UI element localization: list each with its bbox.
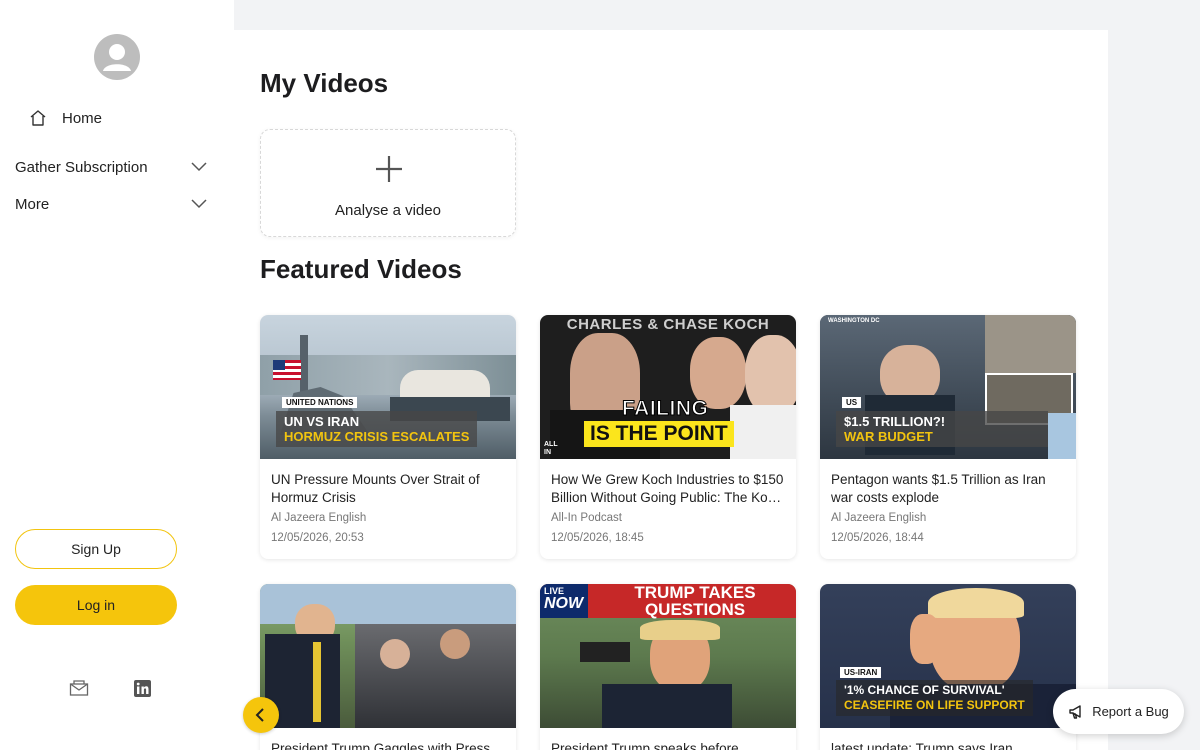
video-thumbnail: CHARLES & CHASE KOCH FAILING IS THE POIN… xyxy=(540,315,796,459)
mail-icon xyxy=(69,680,89,696)
thumbnail-line-2: CEASEFIRE ON LIFE SUPPORT xyxy=(844,698,1025,712)
linkedin-icon xyxy=(133,679,151,697)
sidebar-group-gather-subscription[interactable]: Gather Subscription xyxy=(15,155,207,179)
analyse-video-button[interactable]: Analyse a video xyxy=(260,129,516,237)
now-label: NOW xyxy=(544,595,584,612)
video-card[interactable]: UNITED NATIONS UN VS IRAN HORMUZ CRISIS … xyxy=(260,315,516,559)
sidebar: Home Gather Subscription More Sign Up Lo… xyxy=(0,0,234,750)
carousel-prev-button[interactable] xyxy=(243,697,279,733)
video-card[interactable]: LIVE NOW TRUMP TAKES QUESTIONS President… xyxy=(540,584,796,750)
mail-link[interactable] xyxy=(69,678,89,698)
thumbnail-line-2: HORMUZ CRISIS ESCALATES xyxy=(284,429,470,444)
featured-videos-title: Featured Videos xyxy=(260,254,462,284)
video-thumbnail xyxy=(260,584,516,728)
thumbnail-line-2: WAR BUDGET xyxy=(844,429,933,444)
video-card[interactable]: President Trump Gaggles with Press xyxy=(260,584,516,750)
main-panel: My Videos Analyse a video Featured Video… xyxy=(234,30,1108,750)
thumbnail-line-1: UN VS IRAN xyxy=(284,414,360,429)
linkedin-link[interactable] xyxy=(132,678,152,698)
thumbnail-tag: US xyxy=(842,397,862,408)
thumbnail-banner: CHARLES & CHASE KOCH xyxy=(566,316,770,333)
video-channel: Al Jazeera English xyxy=(271,512,367,524)
thumbnail-line-1: $1.5 TRILLION?! xyxy=(844,414,946,429)
video-title: Pentagon wants $1.5 Trillion as Iran war… xyxy=(831,472,1046,505)
chevron-down-icon xyxy=(191,199,207,209)
sidebar-group-label: More xyxy=(15,195,50,213)
video-card[interactable]: WASHINGTON DC US $1.5 TRILLION?! WAR BUD… xyxy=(820,315,1076,559)
thumbnail-headline: UN VS IRAN HORMUZ CRISIS ESCALATES xyxy=(276,411,478,447)
user-icon xyxy=(103,44,131,71)
video-thumbnail: UNITED NATIONS UN VS IRAN HORMUZ CRISIS … xyxy=(260,315,516,459)
page-title: My Videos xyxy=(260,68,389,98)
flag-icon xyxy=(273,360,301,380)
sidebar-item-label: Home xyxy=(62,109,103,127)
video-thumbnail: US-IRAN '1% CHANCE OF SURVIVAL' CEASEFIR… xyxy=(820,584,1076,728)
sidebar-group-more[interactable]: More xyxy=(15,192,207,216)
log-in-button[interactable]: Log in xyxy=(15,585,177,625)
video-date: 12/05/2026, 18:44 xyxy=(831,532,924,544)
thumbnail-line-1: '1% CHANCE OF SURVIVAL' xyxy=(844,683,1005,697)
thumbnail-headline: $1.5 TRILLION?! WAR BUDGET xyxy=(836,411,1048,447)
video-title: President Trump speaks before xyxy=(551,741,739,750)
megaphone-icon xyxy=(1069,704,1081,719)
avatar[interactable] xyxy=(94,34,140,80)
video-thumbnail: WASHINGTON DC US $1.5 TRILLION?! WAR BUD… xyxy=(820,315,1076,459)
video-title: President Trump Gaggles with Press xyxy=(271,741,491,750)
thumbnail-line-2: IS THE POINT xyxy=(584,421,734,447)
video-title: How We Grew Koch Industries to $150 Bill… xyxy=(551,472,784,505)
thumbnail-corner-logo: ALL IN xyxy=(544,441,558,456)
sidebar-item-home[interactable]: Home xyxy=(28,106,102,130)
thumbnail-top-tag: WASHINGTON DC xyxy=(828,318,880,324)
thumbnail-tag: UNITED NATIONS xyxy=(282,397,358,408)
report-bug-label: Report a Bug xyxy=(1092,704,1169,719)
sign-up-button[interactable]: Sign Up xyxy=(15,529,177,569)
thumbnail-tag: US-IRAN xyxy=(840,667,882,678)
thumbnail-headline: TRUMP TAKES QUESTIONS xyxy=(634,584,756,619)
plus-icon xyxy=(376,156,402,182)
sidebar-group-label: Gather Subscription xyxy=(15,158,148,176)
video-title: latest update: Trump says Iran xyxy=(831,741,1013,750)
video-title: UN Pressure Mounts Over Strait of Hormuz… xyxy=(271,472,480,505)
chevron-left-icon xyxy=(255,708,264,722)
video-date: 12/05/2026, 20:53 xyxy=(271,532,364,544)
video-date: 12/05/2026, 18:45 xyxy=(551,532,644,544)
video-channel: All-In Podcast xyxy=(551,512,622,524)
home-icon xyxy=(30,110,46,126)
chevron-down-icon xyxy=(191,162,207,172)
thumbnail-headline: '1% CHANCE OF SURVIVAL' CEASEFIRE ON LIF… xyxy=(836,680,1033,716)
thumbnail-line-1: FAILING xyxy=(621,397,709,421)
video-card[interactable]: CHARLES & CHASE KOCH FAILING IS THE POIN… xyxy=(540,315,796,559)
video-thumbnail: LIVE NOW TRUMP TAKES QUESTIONS xyxy=(540,584,796,728)
report-bug-button[interactable]: Report a Bug xyxy=(1053,689,1184,734)
video-channel: Al Jazeera English xyxy=(831,512,927,524)
video-card[interactable]: US-IRAN '1% CHANCE OF SURVIVAL' CEASEFIR… xyxy=(820,584,1076,750)
analyse-video-label: Analyse a video xyxy=(335,202,441,219)
